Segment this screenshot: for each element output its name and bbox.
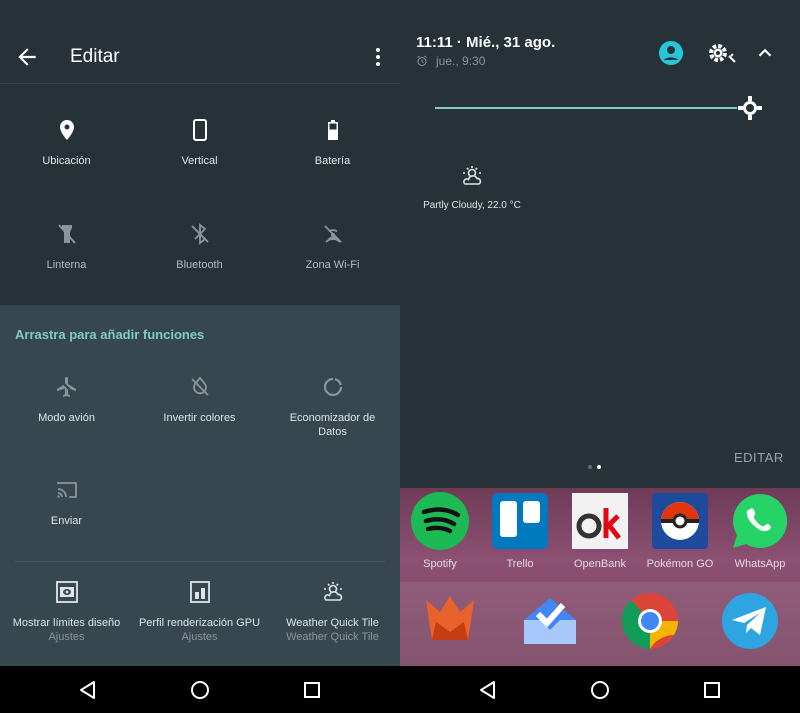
settings-gear-icon[interactable] [706, 40, 742, 66]
next-alarm[interactable]: jue., 9:30 [416, 54, 485, 68]
nav-back-icon[interactable] [476, 678, 500, 702]
tile-hotspot[interactable]: Zona Wi-Fi [266, 222, 399, 272]
nav-recents-icon[interactable] [700, 678, 724, 702]
location-icon [59, 120, 74, 140]
navigation-bar [0, 666, 400, 713]
tile-label: Enviar [50, 515, 83, 527]
battery-icon [327, 120, 338, 140]
chrome-icon [621, 593, 678, 649]
tile-label: Invertir colores [163, 412, 236, 424]
data-saver-icon [323, 377, 342, 397]
phone-portrait-icon [192, 119, 207, 141]
weather-partly-cloudy-icon [463, 166, 482, 185]
nav-back-icon[interactable] [76, 678, 100, 702]
openbank-icon [572, 493, 628, 549]
clock-date: 11:11 · Mié., 31 ago. [416, 34, 556, 51]
tile-label: Mostrar límites diseño [12, 617, 121, 629]
navigation-bar [400, 666, 800, 713]
alarm-clock-icon [417, 55, 427, 66]
invert-colors-icon [190, 376, 209, 396]
app-inbox[interactable] [510, 590, 590, 652]
tile-location[interactable]: Ubicación [0, 118, 133, 168]
app-label: OpenBank [574, 558, 626, 570]
overflow-menu-icon[interactable] [370, 44, 386, 70]
inbox-icon [524, 598, 576, 644]
layout-bounds-icon [55, 581, 78, 603]
app-label: Spotify [423, 558, 457, 570]
gpu-profile-icon [189, 581, 210, 603]
edit-quick-settings-panel: Editar Ubicación Vertical Batería Linter… [0, 0, 400, 713]
drag-to-add-title: Arrastra para añadir funciones [15, 327, 205, 342]
app-whatsapp[interactable]: WhatsApp [720, 490, 800, 570]
tile-airplane-mode[interactable]: Modo avión [0, 375, 133, 425]
spotify-icon [411, 492, 469, 550]
tile-gpu-profile[interactable]: Perfil renderización GPU Ajustes [133, 580, 266, 644]
app-pokemon-go[interactable]: Pokémon GO [640, 490, 720, 570]
back-arrow-icon[interactable] [14, 44, 40, 70]
app-openbank[interactable]: OpenBank [560, 490, 640, 570]
alarm-text: jue., 9:30 [436, 54, 486, 68]
app-dock-1[interactable] [410, 590, 490, 652]
app-telegram[interactable] [710, 590, 790, 652]
app-label: WhatsApp [734, 558, 786, 570]
tile-sublabel: Weather Quick Tile [286, 631, 379, 643]
edit-toolbar: Editar [0, 0, 400, 84]
tile-battery[interactable]: Batería [266, 118, 399, 168]
brightness-sun-icon[interactable] [736, 94, 764, 122]
pokemon-go-icon [652, 493, 708, 549]
tile-layout-bounds[interactable]: Mostrar límites diseño Ajustes [0, 580, 133, 644]
tile-label: Ubicación [42, 155, 91, 167]
tile-label: Bluetooth [176, 259, 223, 271]
section-divider [15, 561, 385, 562]
tile-label: Batería [314, 155, 351, 167]
weather-tile[interactable]: Partly Cloudy, 22.0 °C [418, 164, 526, 211]
tile-invert-colors[interactable]: Invertir colores [133, 375, 266, 425]
app-spotify[interactable]: Spotify [400, 490, 480, 570]
tile-bluetooth[interactable]: Bluetooth [133, 222, 266, 272]
trello-icon [492, 493, 548, 549]
nav-home-icon[interactable] [188, 678, 212, 702]
fox-app-icon [426, 596, 474, 640]
bluetooth-off-icon [190, 223, 209, 245]
weather-partly-cloudy-icon [323, 582, 342, 601]
cast-icon [56, 482, 77, 498]
page-title: Editar [70, 46, 120, 67]
tile-flashlight[interactable]: Linterna [0, 222, 133, 272]
app-label: Pokémon GO [646, 558, 714, 570]
tile-label: Economizador de Datos [289, 412, 376, 438]
tile-label: Linterna [46, 259, 87, 271]
telegram-icon [722, 593, 778, 649]
tile-label: Weather Quick Tile [286, 617, 379, 629]
user-avatar-icon[interactable] [658, 40, 684, 66]
airplane-icon [56, 377, 76, 397]
tile-data-saver[interactable]: Economizador de Datos [266, 375, 399, 439]
whatsapp-icon [733, 493, 788, 548]
tile-cast[interactable]: Enviar [0, 478, 133, 528]
brightness-slider-track[interactable] [435, 107, 760, 109]
app-trello[interactable]: Trello [480, 490, 560, 570]
tile-sublabel: Ajustes [181, 631, 218, 643]
tile-label: Zona Wi-Fi [305, 259, 360, 271]
nav-recents-icon[interactable] [300, 678, 324, 702]
tile-sublabel: Ajustes [48, 631, 85, 643]
tile-label: Vertical [181, 155, 218, 167]
notification-shade: 11:11 · Mié., 31 ago. jue., 9:30 Partly … [400, 0, 800, 713]
tile-weather[interactable]: Weather Quick Tile Weather Quick Tile [266, 580, 399, 644]
flashlight-off-icon [57, 224, 76, 244]
tile-label: Perfil renderización GPU [138, 617, 261, 629]
edit-button[interactable]: EDITAR [734, 450, 784, 465]
hotspot-off-icon [323, 225, 342, 243]
page-indicator [588, 456, 606, 474]
tile-rotation[interactable]: Vertical [133, 118, 266, 168]
tile-label: Modo avión [38, 412, 95, 424]
weather-label: Partly Cloudy, 22.0 °C [423, 200, 521, 211]
app-label: Trello [506, 558, 534, 570]
chevron-up-icon[interactable] [754, 42, 776, 64]
nav-home-icon[interactable] [588, 678, 612, 702]
app-chrome[interactable] [610, 590, 690, 652]
